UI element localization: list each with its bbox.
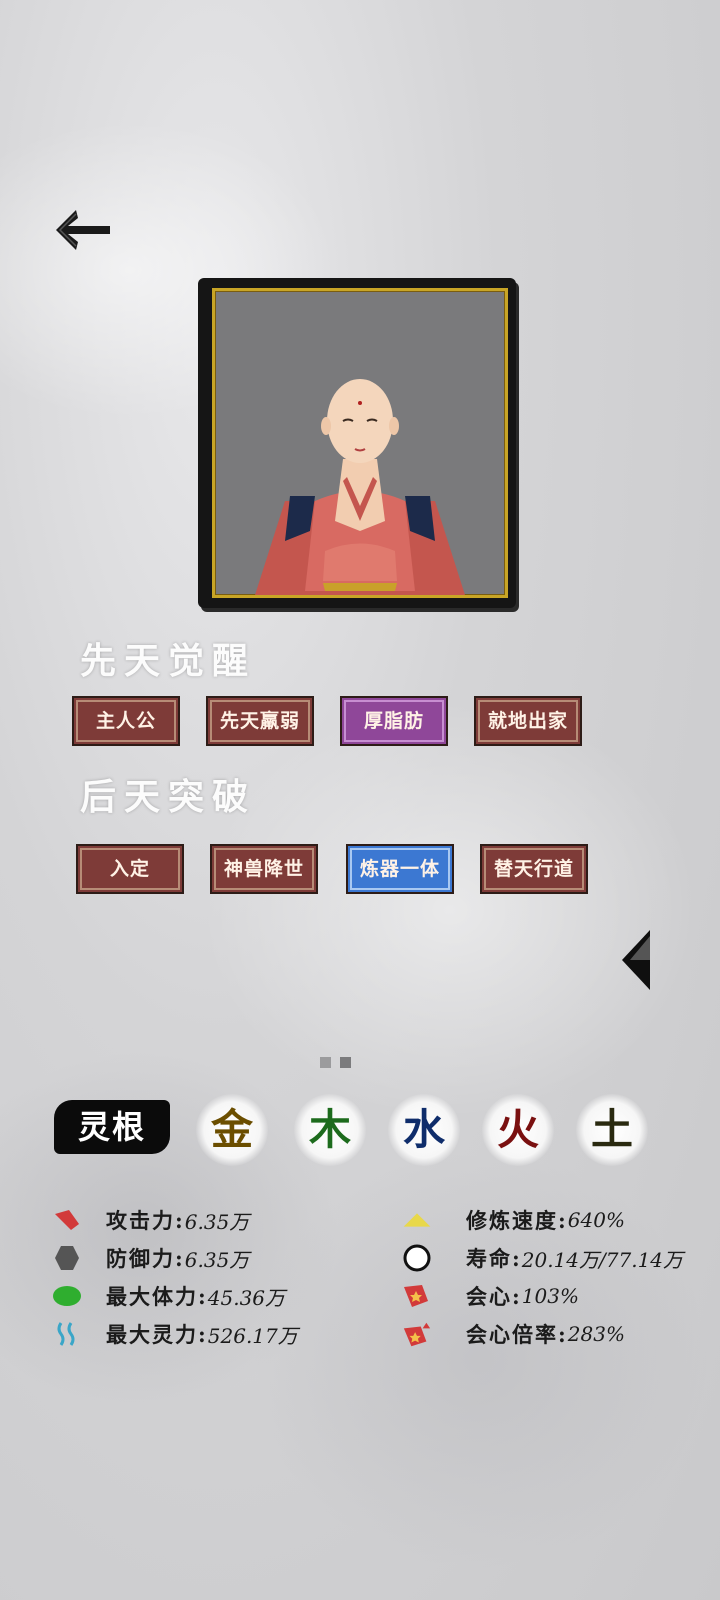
stat-cultivation-speed: 修炼速度: 640% [402,1205,625,1235]
triangle-left-icon [622,930,650,990]
element-fire[interactable]: 火 [482,1094,554,1166]
critical-icon [402,1281,432,1311]
acquired-tag-justice[interactable]: 替天行道 [480,844,588,894]
acquired-tag-meditation[interactable]: 入定 [76,844,184,894]
innate-tag-protagonist[interactable]: 主人公 [72,696,180,746]
lifespan-icon [402,1243,432,1273]
attack-icon [52,1205,82,1235]
spirit-root-label: 灵根 [54,1100,170,1154]
stat-lifespan: 寿命: 20.14万/77.14万 [402,1243,683,1273]
element-earth[interactable]: 土 [576,1094,648,1166]
character-portrait-frame [198,278,516,608]
acquired-breakthrough-title: 后天突破 [80,776,257,818]
back-button[interactable] [54,208,112,252]
stat-max-health: 最大体力: 45.36万 [52,1281,285,1311]
element-water[interactable]: 水 [388,1094,460,1166]
character-portrait [212,288,508,598]
stat-attack: 攻击力: 6.35万 [52,1205,249,1235]
defense-icon [52,1243,82,1273]
innate-awakening-title: 先天觉醒 [80,640,257,682]
health-icon [52,1281,82,1311]
previous-page-button[interactable] [620,928,652,992]
cultivation-speed-icon [402,1205,432,1235]
acquired-tag-forging[interactable]: 炼器一体 [346,844,454,894]
page-indicator [320,1053,360,1072]
back-arrow-icon [56,210,110,250]
stat-critical-multiplier: 会心倍率: 283% [402,1319,625,1349]
spirit-energy-icon [52,1319,82,1349]
element-wood[interactable]: 木 [294,1094,366,1166]
stat-defense: 防御力: 6.35万 [52,1243,249,1273]
element-metal[interactable]: 金 [196,1094,268,1166]
acquired-tag-divine-beast[interactable]: 神兽降世 [210,844,318,894]
innate-tag-thick-fat[interactable]: 厚脂肪 [340,696,448,746]
stat-max-spirit: 最大灵力: 526.17万 [52,1319,298,1349]
innate-tag-monk[interactable]: 就地出家 [474,696,582,746]
stat-critical: 会心: 103% [402,1281,579,1311]
innate-tag-frail[interactable]: 先天羸弱 [206,696,314,746]
page-dot-2[interactable] [340,1057,351,1068]
character-figure [255,379,465,595]
critical-multiplier-icon [402,1319,432,1349]
page-dot-1[interactable] [320,1057,331,1068]
